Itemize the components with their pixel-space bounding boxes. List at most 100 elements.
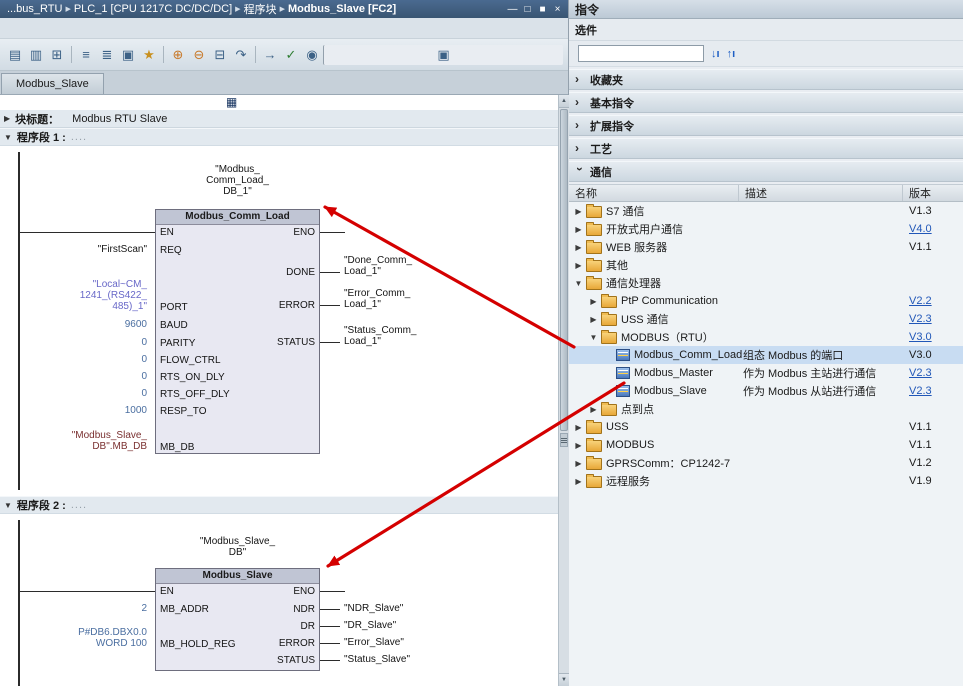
tree-item-modbus-comm-load[interactable]: Modbus_Comm_Load组态 Modbus 的端口V3.0 xyxy=(569,346,963,364)
tree-item-web-server[interactable]: ▶WEB 服务器V1.1 xyxy=(569,238,963,256)
maximize-button[interactable]: ■ xyxy=(536,4,549,15)
block-title-value[interactable]: Modbus RTU Slave xyxy=(72,113,167,125)
expand-triangle-icon[interactable]: ▶ xyxy=(573,243,584,252)
search-down-icon[interactable]: ↓ı xyxy=(711,48,720,60)
version-link[interactable]: V3.0 xyxy=(909,331,932,343)
operand-resp_to[interactable]: 1000 xyxy=(0,405,147,416)
tree-item-uss[interactable]: ▶USSV1.1 xyxy=(569,418,963,436)
version-link[interactable]: V4.0 xyxy=(909,223,932,235)
scroll-down-icon[interactable]: ▼ xyxy=(559,673,569,686)
operand-ndr[interactable]: "NDR_Slave" xyxy=(344,603,403,614)
close-button[interactable]: × xyxy=(551,4,564,15)
collapse-networks-icon[interactable]: ≡ xyxy=(76,45,96,65)
expand-triangle-icon[interactable]: ▶ xyxy=(573,225,584,234)
network-comment[interactable]: .... xyxy=(71,499,87,511)
insert-empty-network-icon[interactable]: ▥ xyxy=(26,45,46,65)
insert-network-icon[interactable]: ▤ xyxy=(5,45,25,65)
goto-icon[interactable]: → xyxy=(260,45,280,65)
scrollbar-thumb[interactable] xyxy=(560,109,568,431)
block-title-row[interactable]: ▶ 块标题： Modbus RTU Slave xyxy=(0,110,558,128)
breadcrumb-item[interactable]: 程序块 xyxy=(244,1,277,17)
operand-error[interactable]: "Error_Slave" xyxy=(344,637,404,648)
operand-mb_addr[interactable]: 2 xyxy=(0,603,147,614)
tree-item-others[interactable]: ▶其他 xyxy=(569,256,963,274)
expand-triangle-icon[interactable]: ▶ xyxy=(588,405,599,414)
network-1-header[interactable]: ▼程序段 1 :.... xyxy=(0,128,558,146)
tree-item-modbus[interactable]: ▶MODBUSV1.1 xyxy=(569,436,963,454)
tree-item-point-to-point[interactable]: ▶点到点 xyxy=(569,400,963,418)
minimize-button[interactable]: — xyxy=(506,4,519,15)
operand-status[interactable]: "Status_Comm_Load_1" xyxy=(344,325,416,347)
column-header-version[interactable]: 版本 xyxy=(903,185,963,201)
operand-mb_db[interactable]: "Modbus_Slave_DB".MB_DB xyxy=(0,430,147,452)
monitoring-icon[interactable]: ◉ xyxy=(302,45,322,65)
expand-networks-icon[interactable]: ≣ xyxy=(97,45,117,65)
tree-item-gprscomm-cp1242-7[interactable]: ▶GPRSComm：CP1242-7V1.2 xyxy=(569,454,963,472)
expand-triangle-icon[interactable]: ▶ xyxy=(573,207,584,216)
tree-item-modbus-master[interactable]: Modbus_Master作为 Modbus 主站进行通信V2.3 xyxy=(569,364,963,382)
palette-basic-instructions[interactable]: ›基本指令 xyxy=(569,92,963,113)
vertical-scrollbar[interactable]: ▲ ▼ xyxy=(558,95,569,686)
operand-baud[interactable]: 9600 xyxy=(0,319,147,330)
insert-input-icon[interactable]: ⊕ xyxy=(168,45,188,65)
operand-rts_off_dly[interactable]: 0 xyxy=(0,388,147,399)
operand-flow_ctrl[interactable]: 0 xyxy=(0,354,147,365)
tree-item-comm-processors[interactable]: ▼通信处理器 xyxy=(569,274,963,292)
operand-mb_hold_reg[interactable]: P#DB6.DBX0.0WORD 100 xyxy=(0,627,147,649)
version-link[interactable]: V2.2 xyxy=(909,295,932,307)
tree-item-s7-comm[interactable]: ▶S7 通信V1.3 xyxy=(569,202,963,220)
show-comments-icon[interactable]: ▣ xyxy=(118,45,138,65)
breadcrumb-item[interactable]: Modbus_Slave [FC2] xyxy=(288,3,396,15)
expand-triangle-icon[interactable]: ▶ xyxy=(588,315,599,324)
expand-triangle-icon[interactable]: ▶ xyxy=(588,297,599,306)
fb-modbus-comm-load[interactable]: Modbus_Comm_LoadENREQPORTBAUDPARITYFLOW_… xyxy=(155,209,320,454)
tree-item-remote-services[interactable]: ▶远程服务V1.9 xyxy=(569,472,963,490)
operand-done[interactable]: "Done_Comm_Load_1" xyxy=(344,255,412,277)
remove-input-icon[interactable]: ⊖ xyxy=(189,45,209,65)
search-input[interactable] xyxy=(578,45,704,62)
palette-technology[interactable]: ›工艺 xyxy=(569,138,963,159)
version-link[interactable]: V2.3 xyxy=(909,385,932,397)
breadcrumb-item[interactable]: PLC_1 [CPU 1217C DC/DC/DC] xyxy=(74,3,232,15)
operand-dr[interactable]: "DR_Slave" xyxy=(344,620,396,631)
open-branch-icon[interactable]: ⊟ xyxy=(210,45,230,65)
syntax-check-icon[interactable]: ✓ xyxy=(281,45,301,65)
version-link[interactable]: V2.3 xyxy=(909,367,932,379)
column-header-name[interactable]: 名称 xyxy=(569,185,739,201)
expand-triangle-icon[interactable]: ▶ xyxy=(573,477,584,486)
search-up-icon[interactable]: ↑ı xyxy=(727,48,736,60)
operand-rts_on_dly[interactable]: 0 xyxy=(0,371,147,382)
operand-error[interactable]: "Error_Comm_Load_1" xyxy=(344,288,410,310)
tree-item-uss-comm[interactable]: ▶USS 通信V2.3 xyxy=(569,310,963,328)
scrollbar-split-grip[interactable] xyxy=(560,433,568,447)
expand-triangle-icon[interactable]: ▶ xyxy=(573,441,584,450)
collapse-triangle-icon[interactable]: ▼ xyxy=(4,501,12,510)
collapse-triangle-icon[interactable]: ▼ xyxy=(4,133,12,142)
expand-triangle-icon[interactable]: ▼ xyxy=(573,279,584,288)
expand-triangle-icon[interactable]: ▶ xyxy=(573,261,584,270)
scroll-up-icon[interactable]: ▲ xyxy=(559,95,569,108)
palette-extended-instructions[interactable]: ›扩展指令 xyxy=(569,115,963,136)
options-row[interactable]: 选件 xyxy=(569,19,963,41)
expand-triangle-icon[interactable]: ▼ xyxy=(588,333,599,342)
split-editor-icon[interactable]: ▣ xyxy=(323,45,563,65)
expand-triangle-icon[interactable]: ▶ xyxy=(573,423,584,432)
network-comment[interactable]: .... xyxy=(71,131,87,143)
version-link[interactable]: V2.3 xyxy=(909,313,932,325)
instance-db-name[interactable]: "Modbus_Slave_DB" xyxy=(125,536,350,558)
operand-parity[interactable]: 0 xyxy=(0,337,147,348)
tree-item-modbus-rtu[interactable]: ▼MODBUS（RTU）V3.0 xyxy=(569,328,963,346)
favorites-icon[interactable]: ★ xyxy=(139,45,159,65)
palette-communication[interactable]: ›通信 xyxy=(569,161,963,182)
fb-modbus-slave[interactable]: Modbus_SlaveENMB_ADDRMB_HOLD_REGENONDRDR… xyxy=(155,568,320,671)
instance-db-name[interactable]: "Modbus_Comm_Load_DB_1" xyxy=(125,164,350,197)
palette-favorites[interactable]: ›收藏夹 xyxy=(569,69,963,90)
expand-triangle-icon[interactable]: ▶ xyxy=(573,459,584,468)
column-header-description[interactable]: 描述 xyxy=(739,185,903,201)
tab-modbus-slave[interactable]: Modbus_Slave xyxy=(1,73,104,94)
interface-splitter[interactable]: ▦ xyxy=(0,95,558,110)
jump-label-icon[interactable]: ↷ xyxy=(231,45,251,65)
operand-req[interactable]: "FirstScan" xyxy=(0,244,147,255)
network-2-header[interactable]: ▼程序段 2 :.... xyxy=(0,496,558,514)
breadcrumb-item[interactable]: ...bus_RTU xyxy=(7,3,62,15)
